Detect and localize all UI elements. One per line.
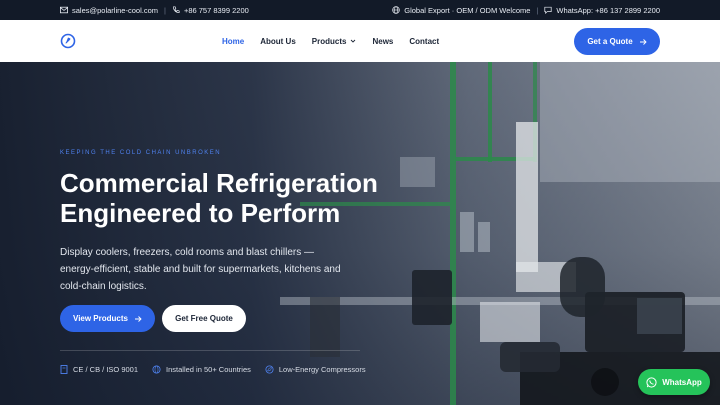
email-link[interactable]: sales@polarline-cool.com — [72, 6, 158, 15]
contact-info: sales@polarline-cool.com | +86 757 8399 … — [60, 6, 249, 15]
view-products-label: View Products — [73, 314, 128, 323]
whatsapp-chat-button[interactable]: WhatsApp — [638, 369, 710, 395]
globe-icon — [392, 6, 400, 14]
chevron-down-icon — [351, 39, 356, 43]
feature-item: Installed in 50+ Countries — [152, 365, 251, 374]
nav-news[interactable]: News — [372, 37, 393, 46]
phone-icon — [173, 6, 180, 13]
hero-eyebrow: KEEPING THE COLD CHAIN UNBROKEN — [60, 150, 222, 156]
arrow-right-icon — [639, 38, 647, 45]
main-nav: Home About Us Products News Contact — [222, 20, 455, 62]
hero-section: KEEPING THE COLD CHAIN UNBROKEN Commerci… — [0, 62, 720, 405]
whatsapp-number[interactable]: WhatsApp: +86 137 2899 2200 — [556, 6, 660, 15]
feature-item: Low-Energy Compressors — [265, 365, 366, 374]
mail-icon — [60, 6, 68, 14]
nav-products-label: Products — [311, 36, 347, 46]
nav-about[interactable]: About Us — [260, 37, 296, 46]
get-quote-label: Get a Quote — [587, 37, 633, 46]
view-products-button[interactable]: View Products — [60, 305, 155, 332]
leaf-icon — [265, 365, 274, 374]
hero-subtitle: Display coolers, freezers, cold rooms an… — [60, 247, 341, 292]
hero-divider — [60, 350, 360, 351]
globe-icon — [152, 365, 161, 374]
export-text: Global Export · OEM / ODM Welcome — [404, 5, 531, 15]
phone-link[interactable]: +86 757 8399 2200 — [184, 6, 249, 15]
hero-title: Commercial Refrigeration Engineered to P… — [60, 168, 440, 228]
hero-title-line1: Commercial Refrigeration — [60, 168, 378, 198]
feature-item: CE / CB / ISO 9001 — [60, 365, 138, 374]
lab-background-image — [280, 62, 720, 405]
top-bar: sales@polarline-cool.com | +86 757 8399 … — [0, 0, 720, 20]
chat-icon — [544, 6, 552, 14]
whatsapp-label: WhatsApp — [662, 377, 702, 387]
separator: | — [163, 5, 166, 15]
get-quote-button[interactable]: Get a Quote — [574, 28, 660, 55]
certificate-icon — [60, 365, 68, 374]
export-info: Global Export · OEM / ODM Welcome | What… — [392, 6, 660, 15]
separator: | — [536, 5, 539, 15]
nav-products[interactable]: Products — [312, 37, 357, 46]
nav-home[interactable]: Home — [222, 37, 244, 46]
arrow-right-icon — [134, 315, 142, 322]
feature-label: CE / CB / ISO 9001 — [73, 365, 139, 374]
whatsapp-icon — [646, 376, 657, 388]
feature-label: Installed in 50+ Countries — [166, 365, 251, 374]
logo-icon[interactable] — [60, 33, 76, 49]
site-header: Home About Us Products News Contact Get … — [0, 20, 720, 62]
nav-contact[interactable]: Contact — [409, 37, 439, 46]
feature-list: CE / CB / ISO 9001 Installed in 50+ Coun… — [60, 365, 366, 374]
get-free-quote-button[interactable]: Get Free Quote — [162, 305, 246, 332]
hero-title-line2: Engineered to Perform — [60, 198, 341, 228]
feature-label: Low-Energy Compressors — [278, 365, 366, 374]
